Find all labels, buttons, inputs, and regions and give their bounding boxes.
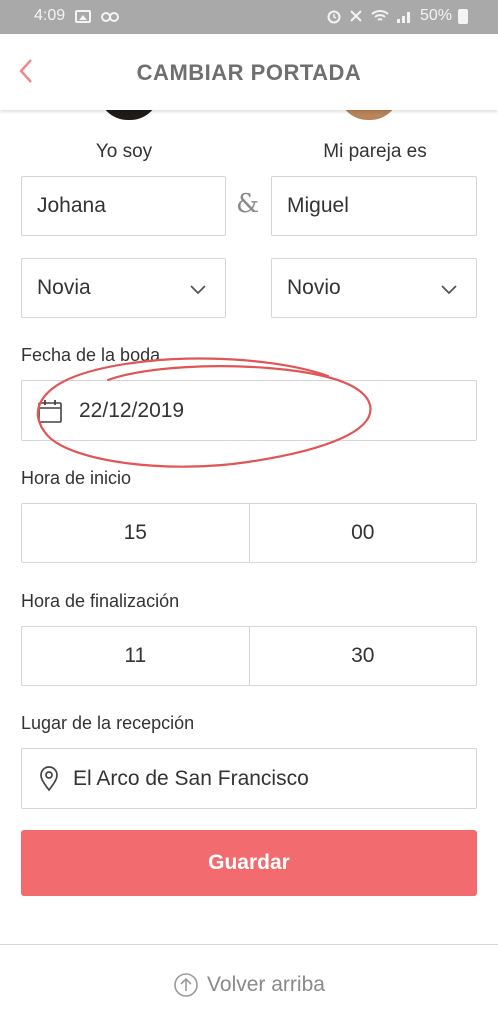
end-hour-field[interactable]: 11 [22,627,250,685]
end-time-label: Hora de finalización [21,591,180,611]
voicemail-icon [101,11,120,22]
battery-icon [458,8,468,24]
status-time: 4:09 [34,7,66,24]
partner-name-input[interactable]: Miguel [271,176,477,236]
partner-role-select[interactable]: Novio [271,258,477,318]
alarm-icon [327,10,341,24]
chevron-down-icon [441,285,457,295]
wifi-icon [371,10,389,21]
wedding-date-input[interactable]: 22/12/2019 [21,380,477,441]
reception-label: Lugar de la recepción [21,713,195,733]
start-minute-field[interactable]: 00 [250,504,477,562]
my-role-value: Novia [37,276,91,299]
my-role-select[interactable]: Novia [21,258,226,318]
me-label: Yo soy [95,141,153,162]
save-button[interactable]: Guardar [21,830,477,896]
wedding-date-label: Fecha de la boda [21,345,161,365]
arrow-up-circle-icon [174,973,198,997]
start-time-label: Hora de inicio [21,468,132,488]
end-time-picker: 11 30 [21,626,477,686]
calendar-icon [38,399,62,423]
my-name-value: Johana [37,194,106,217]
back-to-top-label: Volver arriba [207,973,325,996]
page-title: CAMBIAR PORTADA [136,60,362,85]
battery-percent: 50% [419,7,452,24]
ampersand: & [236,189,260,219]
status-bar: 4:09 50% [0,0,498,34]
my-name-input[interactable]: Johana [21,176,226,236]
back-to-top-button[interactable]: Volver arriba [0,972,498,998]
partner-label: Mi pareja es [323,141,427,162]
start-hour-field[interactable]: 15 [22,504,250,562]
location-pin-icon [40,765,58,791]
image-notification-icon [75,9,92,23]
app-header: CAMBIAR PORTADA [0,34,498,110]
chevron-down-icon [190,285,206,295]
footer-divider [0,944,498,945]
signal-icon [396,12,410,23]
start-time-picker: 15 00 [21,503,477,563]
end-minute-field[interactable]: 30 [250,627,477,685]
reception-input[interactable]: El Arco de San Francisco [21,748,477,809]
reception-value: El Arco de San Francisco [73,766,309,790]
partner-role-value: Novio [287,276,341,299]
wedding-date-value: 22/12/2019 [79,398,185,422]
mute-icon [350,10,362,22]
partner-name-value: Miguel [287,194,349,217]
